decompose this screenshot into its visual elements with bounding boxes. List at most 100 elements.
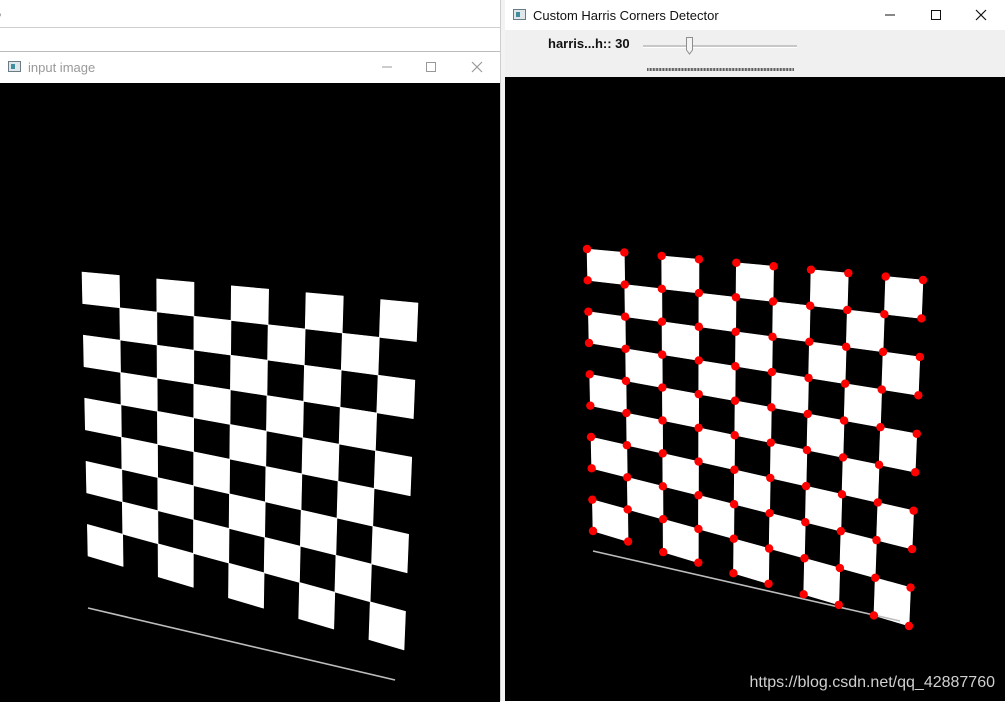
minimize-button[interactable] — [364, 52, 410, 82]
close-button[interactable] — [454, 52, 500, 82]
white-square — [772, 301, 811, 343]
corner-marker — [586, 401, 595, 410]
corner-marker — [623, 473, 632, 482]
corner-marker — [837, 490, 847, 499]
corner-marker — [729, 534, 738, 543]
minimize-button[interactable] — [867, 0, 913, 30]
background-window-title: , — [0, 3, 2, 18]
corner-marker — [803, 409, 812, 419]
corner-marker — [694, 491, 703, 500]
white-square — [771, 371, 809, 415]
white-square — [845, 309, 885, 353]
close-icon — [975, 9, 987, 21]
corner-marker — [730, 396, 740, 405]
white-square — [267, 324, 306, 366]
corner-marker — [586, 432, 596, 442]
corner-marker — [694, 322, 704, 331]
white-square — [592, 499, 629, 542]
corner-marker — [620, 248, 629, 257]
corner-marker — [873, 498, 883, 507]
trackbar-thumb[interactable] — [685, 37, 693, 55]
corner-marker — [588, 495, 597, 504]
corner-marker — [621, 376, 631, 386]
corner-marker — [620, 280, 629, 289]
white-square — [340, 332, 380, 376]
white-square — [769, 442, 808, 487]
white-square — [193, 519, 230, 564]
corner-marker — [877, 385, 886, 394]
input-window-title: input image — [28, 60, 96, 75]
white-square — [81, 271, 121, 309]
white-square — [229, 424, 267, 467]
white-square — [121, 501, 159, 545]
white-square — [120, 372, 158, 412]
corner-marker — [622, 440, 632, 450]
corner-marker — [878, 347, 888, 357]
white-square — [156, 344, 195, 385]
corner-marker — [658, 514, 668, 524]
white-square — [230, 285, 269, 325]
window-app-icon — [513, 9, 526, 20]
corner-marker — [805, 337, 814, 347]
white-square — [804, 485, 843, 532]
harris-detector-window: Custom Harris Corners Detector harris...… — [505, 0, 1005, 701]
minimize-icon — [885, 14, 895, 16]
white-square — [84, 397, 122, 438]
background-window: , — [0, 0, 503, 52]
corner-marker — [658, 383, 667, 392]
corner-marker — [694, 255, 704, 264]
close-button[interactable] — [958, 0, 1004, 30]
corner-marker — [843, 305, 852, 315]
corner-marker — [694, 356, 703, 365]
corner-marker — [620, 312, 630, 321]
white-square — [803, 557, 841, 606]
corner-marker — [765, 509, 774, 518]
corner-marker — [870, 573, 880, 582]
white-square — [843, 383, 883, 428]
white-square — [841, 457, 880, 503]
input-image-canvas — [0, 83, 500, 702]
white-square — [266, 395, 304, 438]
corner-marker — [585, 370, 594, 379]
white-square — [264, 466, 303, 511]
checkerboard-image — [582, 244, 928, 631]
corner-marker — [658, 416, 667, 425]
white-square — [698, 292, 737, 333]
corner-marker — [805, 301, 815, 310]
detector-window-titlebar[interactable]: Custom Harris Corners Detector — [505, 0, 1005, 30]
maximize-button[interactable] — [913, 0, 959, 30]
trackbar-ticks — [647, 59, 795, 71]
white-square — [299, 509, 338, 556]
white-square — [83, 334, 121, 373]
corner-marker — [767, 403, 776, 412]
white-square — [662, 387, 700, 429]
corner-marker — [730, 431, 739, 440]
white-square — [379, 299, 419, 342]
white-square — [589, 374, 627, 414]
window-app-icon — [8, 61, 21, 72]
corner-marker — [657, 317, 667, 326]
threshold-trackbar[interactable] — [641, 36, 799, 71]
input-window-titlebar[interactable]: input image — [0, 52, 500, 82]
maximize-icon — [931, 10, 941, 20]
white-square — [119, 307, 158, 346]
corner-marker — [584, 338, 594, 348]
corner-marker — [657, 251, 666, 261]
white-square — [85, 461, 123, 503]
corner-marker — [838, 453, 848, 462]
maximize-button[interactable] — [408, 52, 454, 82]
corner-marker — [915, 352, 925, 362]
white-square — [373, 450, 413, 497]
corner-marker — [835, 563, 845, 573]
corner-marker — [622, 408, 631, 418]
corner-marker — [582, 244, 592, 254]
white-square — [876, 502, 914, 550]
white-square — [301, 437, 340, 482]
corner-marker — [840, 379, 850, 388]
corner-marker — [876, 422, 885, 432]
corner-detection-canvas — [505, 77, 1005, 701]
white-square — [230, 354, 268, 396]
corner-marker — [800, 554, 809, 563]
white-square — [586, 248, 626, 285]
corner-marker — [584, 307, 593, 316]
